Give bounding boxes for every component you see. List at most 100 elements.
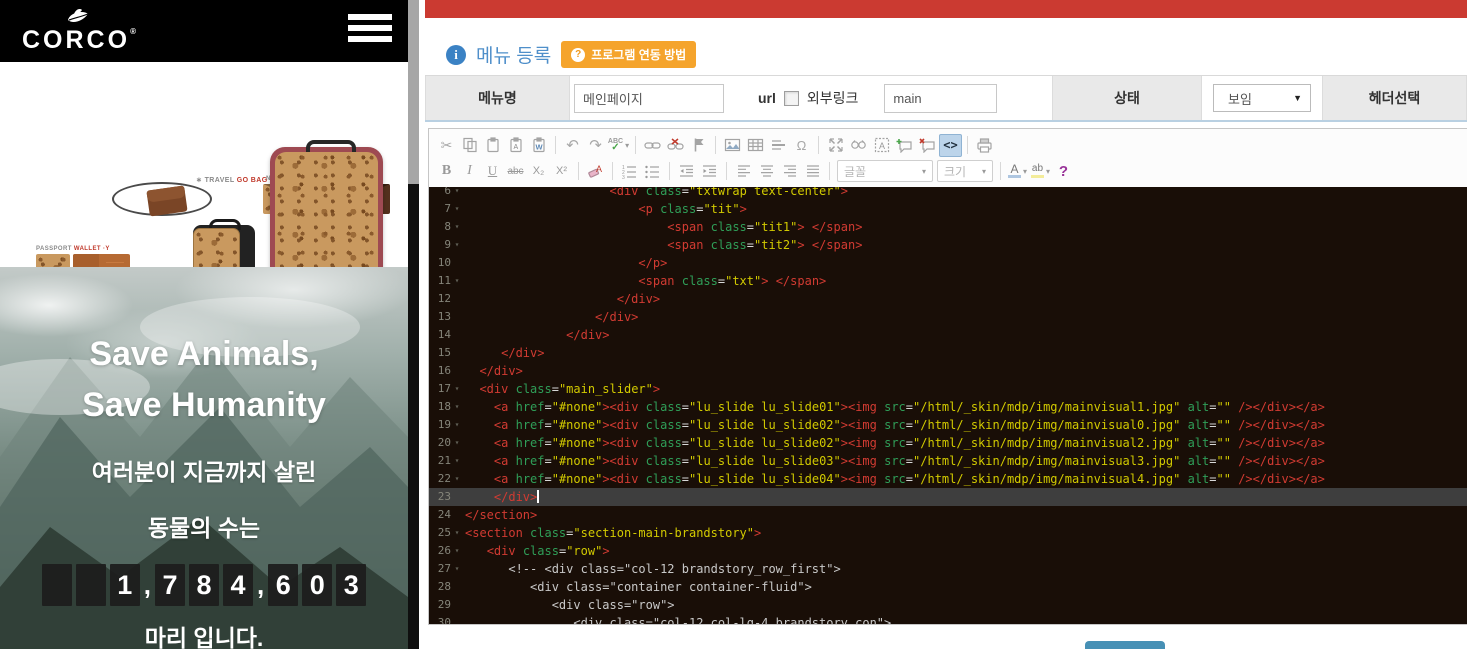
link-icon[interactable]: [641, 134, 664, 157]
code-line-22[interactable]: 22▾ <a href="#none"><div class="lu_slide…: [429, 470, 1467, 488]
remove-format-icon[interactable]: A: [584, 160, 607, 183]
program-link-help-button[interactable]: ? 프로그램 연동 방법: [561, 41, 696, 68]
site-logo[interactable]: CORCO®: [22, 6, 132, 53]
add-comment-icon[interactable]: [893, 134, 916, 157]
undo-icon[interactable]: ↶: [561, 134, 584, 157]
font-dropdown[interactable]: 글꼴▾: [837, 160, 933, 182]
code-line-7[interactable]: 7▾ <p class="tit">: [429, 200, 1467, 218]
align-justify-icon[interactable]: [801, 160, 824, 183]
special-char-icon[interactable]: Ω: [790, 134, 813, 157]
spellcheck-icon[interactable]: ABC✓▾: [607, 134, 630, 157]
copy-icon[interactable]: [458, 134, 481, 157]
fold-arrow-icon[interactable]: ▾: [451, 416, 463, 434]
code-line-12[interactable]: 12 </div>: [429, 290, 1467, 308]
image-icon[interactable]: [721, 134, 744, 157]
status-select-cell: 보임 ▼: [1202, 76, 1322, 120]
source-button[interactable]: <>: [939, 134, 962, 157]
code-line-17[interactable]: 17▾ <div class="main_slider">: [429, 380, 1467, 398]
code-line-25[interactable]: 25▾<section class="section-main-brandsto…: [429, 524, 1467, 542]
horizontal-line-icon[interactable]: [767, 134, 790, 157]
code-line-28[interactable]: 28 <div class="container container-fluid…: [429, 578, 1467, 596]
hero-subtitle-1: 여러분이 지금까지 살린: [0, 453, 408, 487]
fold-arrow-icon[interactable]: ▾: [451, 200, 463, 218]
fold-arrow-icon[interactable]: ▾: [451, 398, 463, 416]
find-icon[interactable]: [847, 134, 870, 157]
maximize-icon[interactable]: [824, 134, 847, 157]
fold-arrow-icon[interactable]: ▾: [451, 434, 463, 452]
strikethrough-icon[interactable]: abc: [504, 160, 527, 183]
select-all-icon[interactable]: A: [870, 134, 893, 157]
code-line-20[interactable]: 20▾ <a href="#none"><div class="lu_slide…: [429, 434, 1467, 452]
highlight-color-icon[interactable]: ab▾: [1029, 160, 1052, 183]
code-line-13[interactable]: 13 </div>: [429, 308, 1467, 326]
save-button[interactable]: 저장하기: [1085, 641, 1165, 649]
fold-arrow-icon[interactable]: ▾: [451, 542, 463, 560]
code-line-27[interactable]: 27▾ <!-- <div class="col-12 brandstory_r…: [429, 560, 1467, 578]
code-line-18[interactable]: 18▾ <a href="#none"><div class="lu_slide…: [429, 398, 1467, 416]
help-icon[interactable]: ?: [1052, 160, 1075, 183]
code-line-29[interactable]: 29 <div class="row">: [429, 596, 1467, 614]
status-select[interactable]: 보임 ▼: [1213, 84, 1311, 112]
code-line-11[interactable]: 11▾ <span class="txt"> </span>: [429, 272, 1467, 290]
fold-arrow-icon[interactable]: ▾: [451, 187, 463, 200]
code-line-21[interactable]: 21▾ <a href="#none"><div class="lu_slide…: [429, 452, 1467, 470]
fold-arrow-icon[interactable]: ▾: [451, 236, 463, 254]
code-line-23[interactable]: 23 </div>: [429, 488, 1467, 506]
redo-icon[interactable]: ↷: [584, 134, 607, 157]
underline-icon[interactable]: U: [481, 160, 504, 183]
table-icon[interactable]: [744, 134, 767, 157]
code-line-30[interactable]: 30 <div class="col-12 col-lg-4 brandstor…: [429, 614, 1467, 624]
code-line-8[interactable]: 8▾ <span class="tit1"> </span>: [429, 218, 1467, 236]
code-line-14[interactable]: 14 </div>: [429, 326, 1467, 344]
bulleted-list-icon[interactable]: [641, 160, 664, 183]
passport-wallet-label: PASSPORT WALLET ·Y: [36, 246, 110, 252]
fold-arrow-icon[interactable]: ▾: [451, 524, 463, 542]
fold-arrow-icon[interactable]: ▾: [451, 560, 463, 578]
top-red-bar: [425, 0, 1467, 18]
align-left-icon[interactable]: [732, 160, 755, 183]
code-line-15[interactable]: 15 </div>: [429, 344, 1467, 362]
outdent-icon[interactable]: [675, 160, 698, 183]
question-circle-icon: ?: [571, 48, 585, 62]
subscript-icon[interactable]: X₂: [527, 160, 550, 183]
size-dropdown[interactable]: 크기▾: [937, 160, 993, 182]
source-code-area[interactable]: 6▾ <div class="txtwrap text-center">7▾ <…: [429, 187, 1467, 624]
text-color-icon[interactable]: A▾: [1006, 160, 1029, 183]
code-line-10[interactable]: 10 </p>: [429, 254, 1467, 272]
url-input[interactable]: [884, 84, 997, 113]
remove-comment-icon[interactable]: [916, 134, 939, 157]
fold-arrow-icon[interactable]: ▾: [451, 272, 463, 290]
anchor-flag-icon[interactable]: [687, 134, 710, 157]
leaf-logo-icon: [60, 6, 94, 28]
code-line-19[interactable]: 19▾ <a href="#none"><div class="lu_slide…: [429, 416, 1467, 434]
fold-arrow-icon[interactable]: ▾: [451, 218, 463, 236]
paste-word-icon[interactable]: W: [527, 134, 550, 157]
code-line-24[interactable]: 24</section>: [429, 506, 1467, 524]
preview-scrollbar-thumb[interactable]: [408, 0, 419, 184]
fold-arrow-icon[interactable]: ▾: [451, 380, 463, 398]
superscript-icon[interactable]: X²: [550, 160, 573, 183]
fold-arrow-icon[interactable]: ▾: [451, 470, 463, 488]
unlink-icon[interactable]: [664, 134, 687, 157]
code-line-26[interactable]: 26▾ <div class="row">: [429, 542, 1467, 560]
code-line-6[interactable]: 6▾ <div class="txtwrap text-center">: [429, 187, 1467, 200]
paste-icon[interactable]: [481, 134, 504, 157]
indent-icon[interactable]: [698, 160, 721, 183]
cut-icon[interactable]: ✂: [435, 134, 458, 157]
fold-arrow-icon[interactable]: ▾: [451, 452, 463, 470]
paste-text-icon[interactable]: A: [504, 134, 527, 157]
align-right-icon[interactable]: [778, 160, 801, 183]
fold-spacer: [451, 578, 463, 596]
menu-name-input[interactable]: [574, 84, 724, 113]
code-line-16[interactable]: 16 </div>: [429, 362, 1467, 380]
external-link-checkbox[interactable]: [784, 91, 799, 106]
align-center-icon[interactable]: [755, 160, 778, 183]
hamburger-menu-icon[interactable]: [348, 14, 392, 48]
numbered-list-icon[interactable]: 123: [618, 160, 641, 183]
italic-icon[interactable]: I: [458, 160, 481, 183]
code-line-9[interactable]: 9▾ <span class="tit2"> </span>: [429, 236, 1467, 254]
necklace-wallet-image: [146, 185, 187, 216]
preview-scrollbar[interactable]: [408, 0, 419, 649]
bold-icon[interactable]: B: [435, 160, 458, 183]
print-icon[interactable]: [973, 134, 996, 157]
